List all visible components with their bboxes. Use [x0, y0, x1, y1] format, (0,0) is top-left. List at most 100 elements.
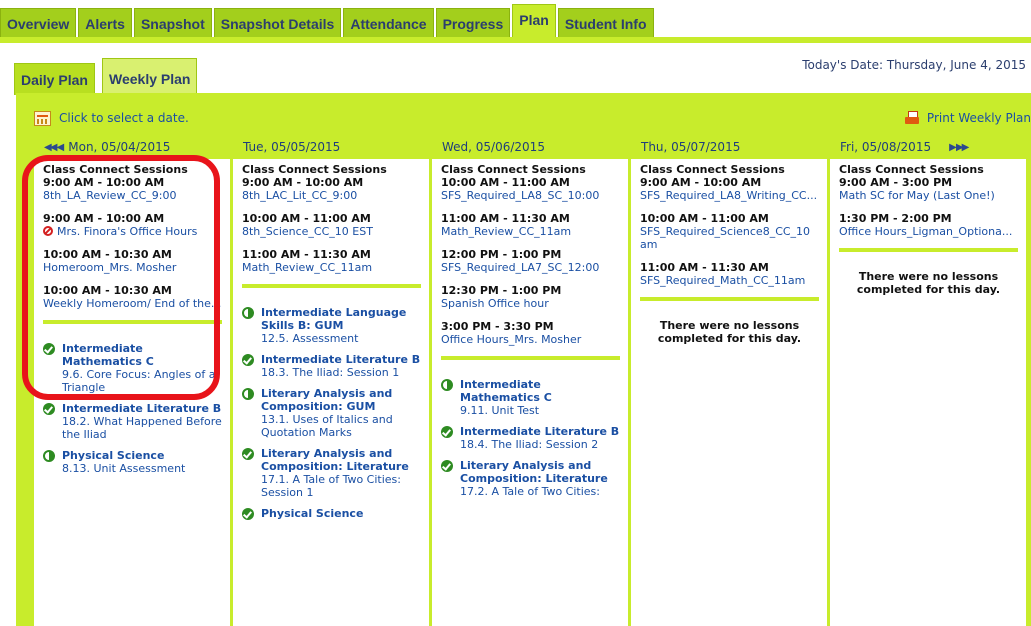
session-link[interactable]: SFS_Required_LA7_SC_12:00 — [441, 261, 620, 274]
lesson-detail[interactable]: 13.1. Uses of Italics and Quotation Mark… — [261, 413, 421, 439]
lesson-text: Literary Analysis and Composition: Liter… — [460, 459, 620, 498]
lesson-item[interactable]: Literary Analysis and Composition: GUM 13… — [242, 387, 421, 439]
session-link[interactable]: Math_Review_CC_11am — [242, 261, 421, 274]
session-link[interactable]: SFS_Required_LA8_Writing_CC... — [640, 189, 819, 202]
session-name[interactable]: SFS_Required_LA8_Writing_CC... — [640, 189, 817, 202]
session-link[interactable]: 8th_Science_CC_10 EST — [242, 225, 421, 238]
day-header: ◀◀ ◀ Mon, 05/04/2015 — [34, 135, 230, 159]
session-link[interactable]: SFS_Required_Science8_CC_10 am — [640, 225, 819, 251]
lesson-detail[interactable]: 17.2. A Tale of Two Cities: — [460, 485, 620, 498]
lesson-item[interactable]: Intermediate Language Skills B: GUM 12.5.… — [242, 306, 421, 345]
tab-progress[interactable]: Progress — [435, 8, 511, 38]
lesson-item[interactable]: Intermediate Literature B 18.2. What Happ… — [43, 402, 222, 441]
no-lessons-note: There were no lessons completed for this… — [856, 270, 1001, 296]
session-name[interactable]: Math_Review_CC_11am — [242, 261, 372, 274]
lesson-detail[interactable]: 18.4. The Iliad: Session 2 — [460, 438, 619, 451]
session-link[interactable]: Math SC for May (Last One!) — [839, 189, 1018, 202]
sessions-heading: Class Connect Sessions — [43, 163, 188, 176]
session-name[interactable]: Math_Review_CC_11am — [441, 225, 571, 238]
print-weekly-plan-link[interactable]: Print Weekly Plan — [904, 111, 1031, 125]
tab-plan[interactable]: Plan — [512, 4, 556, 38]
lesson-detail[interactable]: 9.11. Unit Test — [460, 404, 620, 417]
lesson-detail[interactable]: 17.1. A Tale of Two Cities: Session 1 — [261, 473, 421, 499]
session-name[interactable]: Weekly Homeroom/ End of the... — [43, 297, 221, 310]
session-time: 11:00 AM - 11:30 AM — [640, 261, 769, 274]
partial-progress-icon — [242, 388, 254, 400]
session-link[interactable]: Mrs. Finora's Office Hours — [43, 225, 222, 238]
class-session: 12:30 PM - 1:00 PM Spanish Office hour — [441, 284, 620, 310]
session-link[interactable]: 8th_LA_Review_CC_9:00 — [43, 189, 222, 202]
lesson-item[interactable]: Intermediate Mathematics C 9.6. Core Focu… — [43, 342, 222, 394]
tab-daily-plan[interactable]: Daily Plan — [14, 63, 95, 95]
next-week-icon[interactable]: ▶ ▶▶ — [949, 142, 969, 153]
tab-weekly-plan[interactable]: Weekly Plan — [102, 58, 198, 95]
lesson-detail[interactable]: 9.6. Core Focus: Angles of a Triangle — [62, 368, 222, 394]
lesson-course[interactable]: Intermediate Literature B — [261, 353, 420, 366]
lesson-detail[interactable]: 18.3. The Iliad: Session 1 — [261, 366, 420, 379]
session-link[interactable]: SFS_Required_Math_CC_11am — [640, 274, 819, 287]
tab-student-info[interactable]: Student Info — [557, 8, 654, 38]
cancelled-icon — [43, 226, 53, 236]
lesson-course[interactable]: Physical Science — [62, 449, 185, 462]
lesson-course[interactable]: Literary Analysis and Composition: Liter… — [460, 459, 620, 485]
session-name[interactable]: Spanish Office hour — [441, 297, 549, 310]
printer-icon[interactable] — [904, 111, 919, 125]
class-session: 9:00 AM - 3:00 PM Math SC for May (Last O… — [839, 176, 1018, 202]
lesson-course[interactable]: Intermediate Mathematics C — [62, 342, 222, 368]
lesson-course[interactable]: Literary Analysis and Composition: Liter… — [261, 447, 421, 473]
tab-snapshot-details[interactable]: Snapshot Details — [213, 8, 342, 38]
session-link[interactable]: Spanish Office hour — [441, 297, 620, 310]
lesson-course[interactable]: Intermediate Literature B — [460, 425, 619, 438]
session-name[interactable]: SFS_Required_LA8_SC_10:00 — [441, 189, 599, 202]
top-tab-strip: Overview Alerts Snapshot Snapshot Details At… — [0, 0, 656, 38]
lesson-item[interactable]: Literary Analysis and Composition: Liter… — [242, 447, 421, 499]
day-date-label[interactable]: Fri, 05/08/2015 — [840, 140, 931, 154]
lesson-item[interactable]: Intermediate Mathematics C 9.11. Unit Tes… — [441, 378, 620, 417]
session-link[interactable]: Weekly Homeroom/ End of the... — [43, 297, 222, 310]
print-weekly-plan-label[interactable]: Print Weekly Plan — [927, 111, 1031, 125]
session-name[interactable]: Homeroom_Mrs. Mosher — [43, 261, 176, 274]
tab-attendance[interactable]: Attendance — [343, 8, 434, 38]
lesson-item[interactable]: Physical Science 8.13. Unit Assessment — [43, 449, 222, 475]
lesson-course[interactable]: Physical Science — [261, 507, 363, 520]
lesson-item[interactable]: Physical Science — [242, 507, 421, 520]
session-name[interactable]: Office Hours_Ligman_Optiona... — [839, 225, 1012, 238]
lesson-detail[interactable]: 18.2. What Happened Before the Iliad — [62, 415, 222, 441]
tab-overview[interactable]: Overview — [0, 8, 77, 38]
lesson-item[interactable]: Literary Analysis and Composition: Liter… — [441, 459, 620, 498]
session-name[interactable]: Office Hours_Mrs. Mosher — [441, 333, 581, 346]
session-link[interactable]: 8th_LAC_Lit_CC_9:00 — [242, 189, 421, 202]
previous-week-icon[interactable]: ◀◀ ◀ — [44, 142, 64, 153]
session-link[interactable]: Office Hours_Ligman_Optiona... — [839, 225, 1018, 238]
lesson-item[interactable]: Intermediate Literature B 18.3. The Iliad… — [242, 353, 421, 379]
calendar-icon[interactable] — [34, 110, 51, 126]
lesson-course[interactable]: Literary Analysis and Composition: GUM — [261, 387, 421, 413]
session-name[interactable]: 8th_LA_Review_CC_9:00 — [43, 189, 177, 202]
lesson-course[interactable]: Intermediate Literature B — [62, 402, 222, 415]
lesson-text: Physical Science — [261, 507, 363, 520]
lesson-detail[interactable]: 8.13. Unit Assessment — [62, 462, 185, 475]
class-session: 9:00 AM - 10:00 AM 8th_LAC_Lit_CC_9:00 — [242, 176, 421, 202]
day-date-label[interactable]: Mon, 05/04/2015 — [68, 140, 170, 154]
select-date-link[interactable]: Click to select a date. — [59, 111, 189, 125]
weekly-plan-panel: Click to select a date. Print Weekly Pla… — [16, 93, 1031, 626]
lesson-course[interactable]: Intermediate Mathematics C — [460, 378, 620, 404]
session-name[interactable]: 8th_Science_CC_10 EST — [242, 225, 373, 238]
session-name[interactable]: 8th_LAC_Lit_CC_9:00 — [242, 189, 357, 202]
session-name[interactable]: SFS_Required_Science8_CC_10 am — [640, 225, 810, 251]
session-link[interactable]: SFS_Required_LA8_SC_10:00 — [441, 189, 620, 202]
date-picker-link[interactable]: Click to select a date. — [34, 110, 189, 126]
session-link[interactable]: Math_Review_CC_11am — [441, 225, 620, 238]
lesson-course[interactable]: Intermediate Language Skills B: GUM — [261, 306, 421, 332]
lesson-text: Intermediate Literature B 18.3. The Iliad… — [261, 353, 420, 379]
session-name[interactable]: Math SC for May (Last One!) — [839, 189, 995, 202]
tab-alerts[interactable]: Alerts — [78, 8, 132, 38]
session-name[interactable]: Mrs. Finora's Office Hours — [57, 225, 197, 238]
session-link[interactable]: Homeroom_Mrs. Mosher — [43, 261, 222, 274]
lesson-item[interactable]: Intermediate Literature B 18.4. The Iliad… — [441, 425, 620, 451]
session-link[interactable]: Office Hours_Mrs. Mosher — [441, 333, 620, 346]
lesson-detail[interactable]: 12.5. Assessment — [261, 332, 421, 345]
session-name[interactable]: SFS_Required_Math_CC_11am — [640, 274, 805, 287]
session-name[interactable]: SFS_Required_LA7_SC_12:00 — [441, 261, 599, 274]
tab-snapshot[interactable]: Snapshot — [133, 8, 212, 38]
